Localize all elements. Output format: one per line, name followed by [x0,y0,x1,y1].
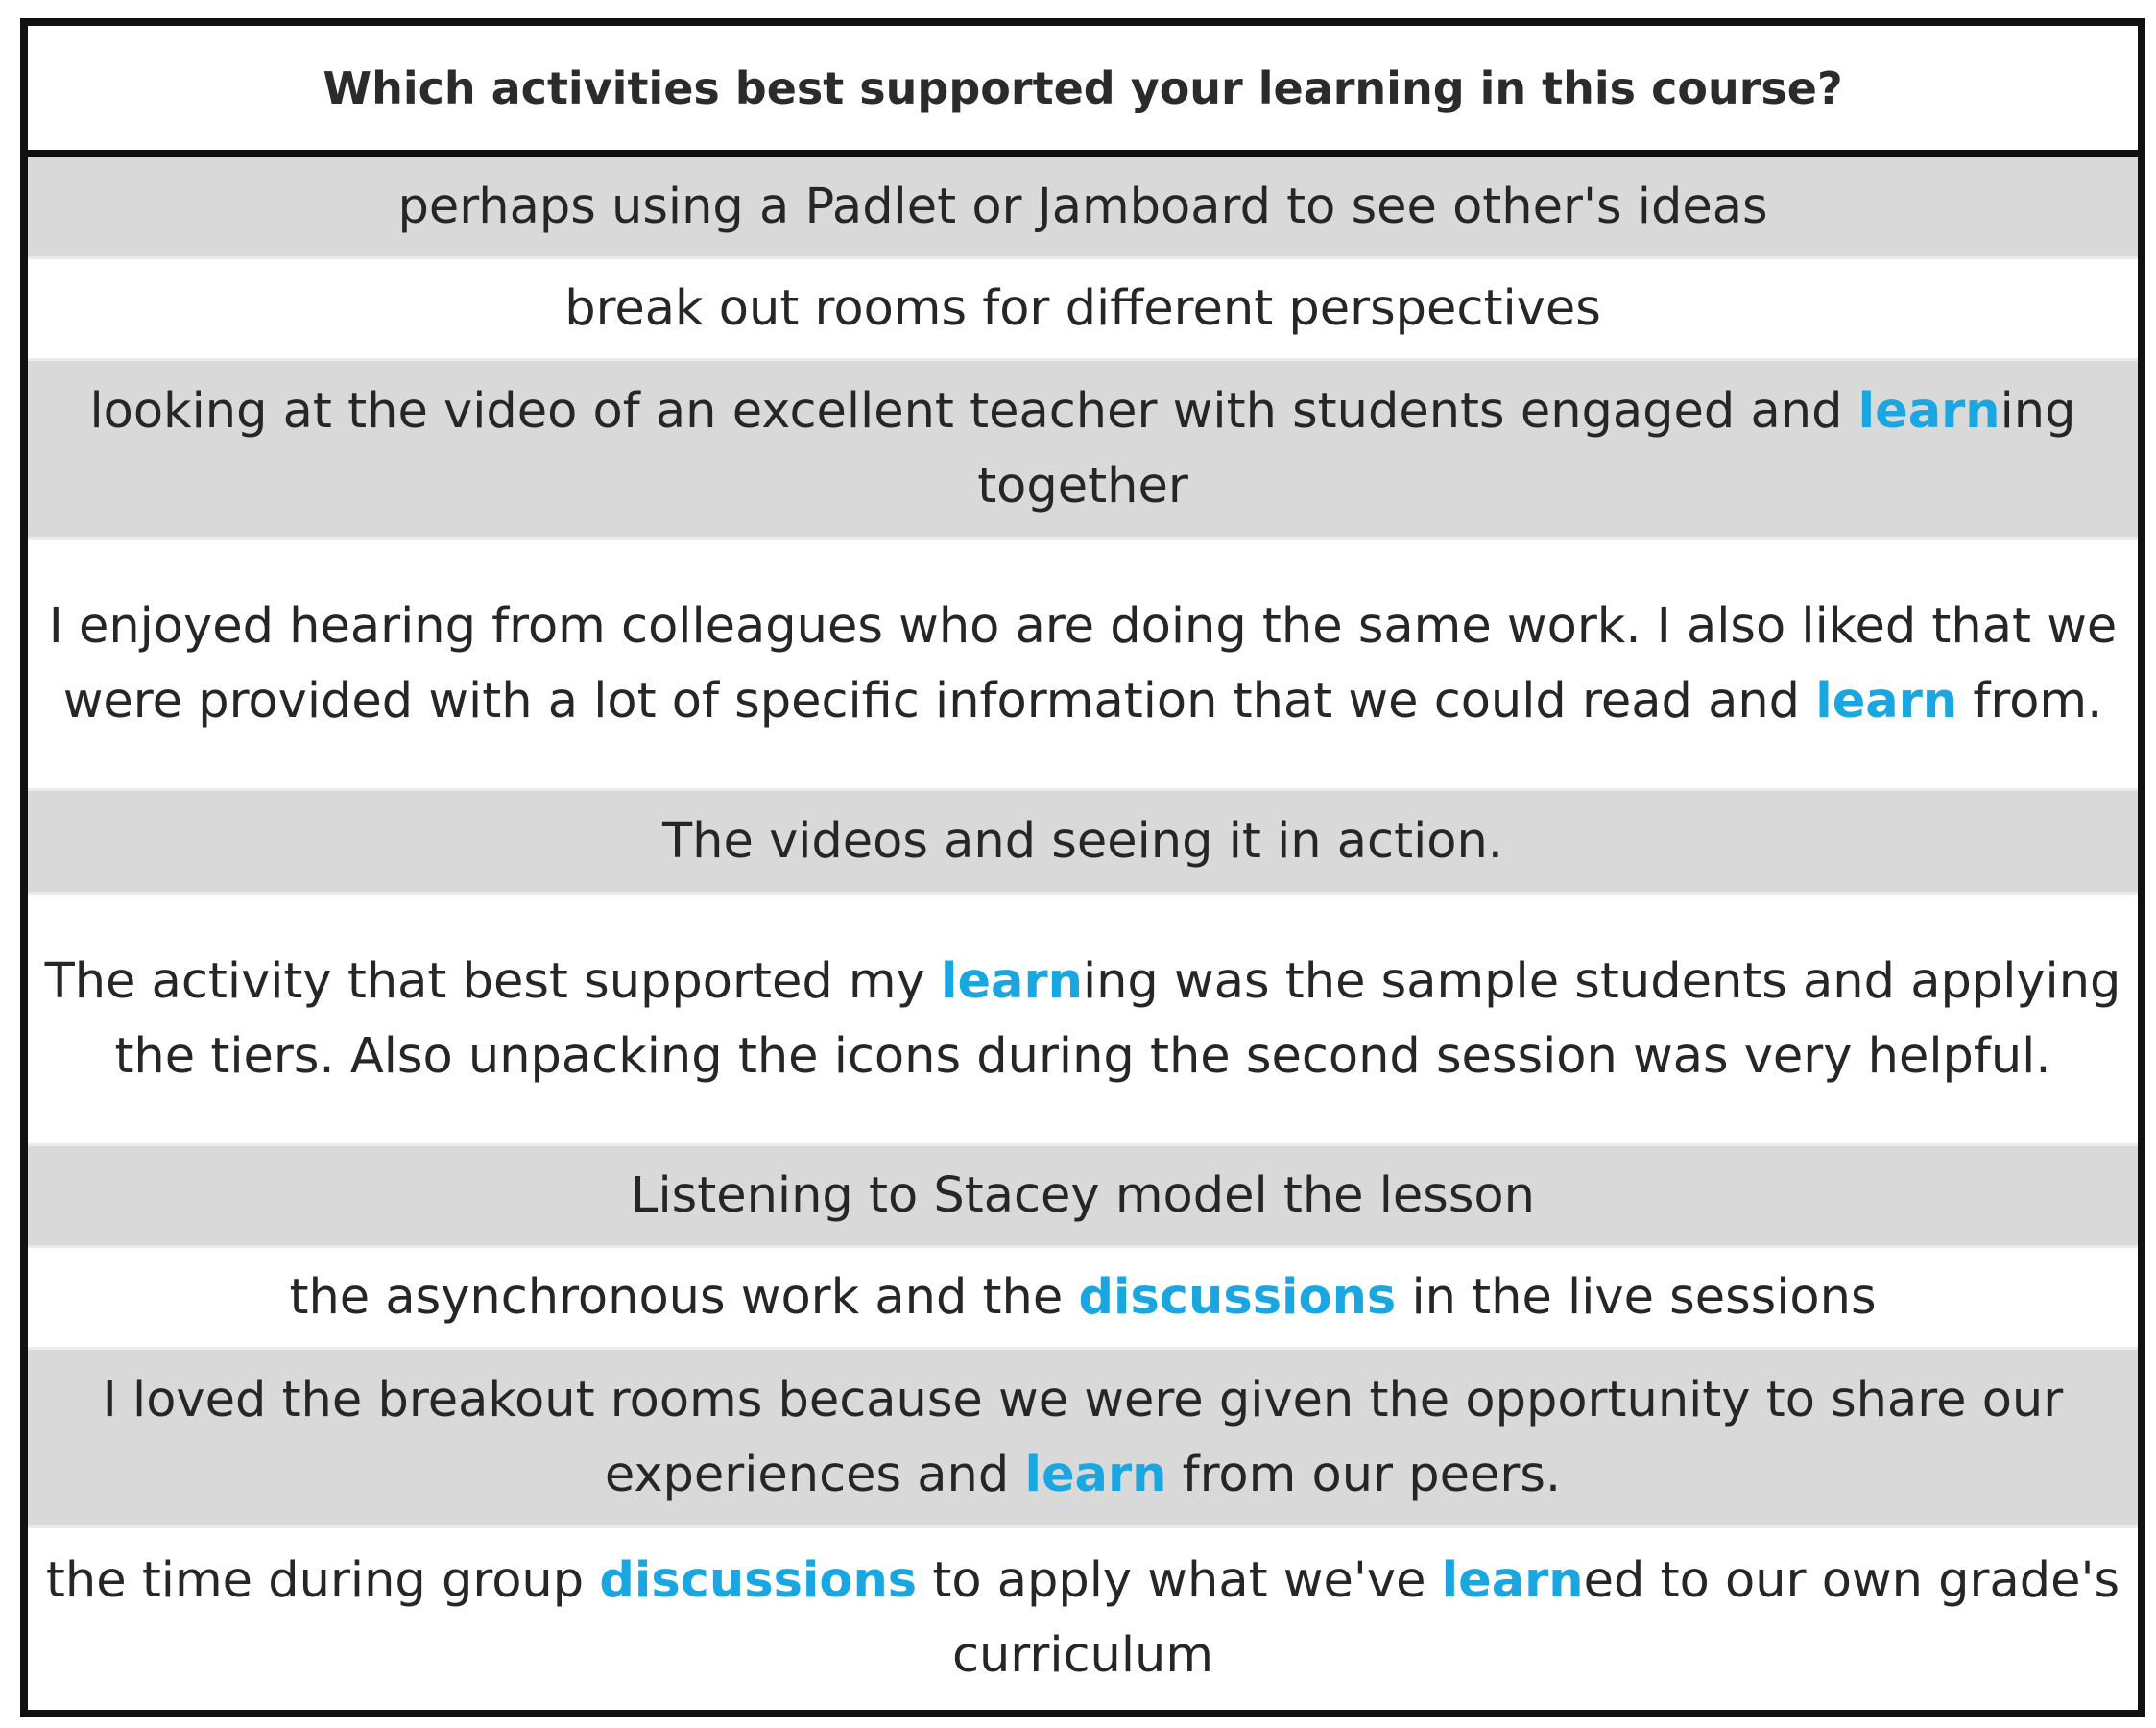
response-segment: I enjoyed hearing from colleagues who ar… [48,597,2118,730]
response-row: the time during group discussions to app… [28,1528,2138,1709]
response-text: break out rooms for different perspectiv… [564,272,1601,347]
question-text: Which activities best supported your lea… [323,61,1843,114]
response-segment: looking at the video of an excellent tea… [89,382,1858,440]
response-segment: Listening to Stacey model the lesson [631,1166,1535,1224]
keyword-highlight: learn [1441,1552,1584,1609]
keyword-highlight: learn [940,952,1083,1010]
response-segment: The videos and seeing it in action. [662,812,1503,870]
response-row: looking at the video of an excellent tea… [28,361,2138,540]
response-segment: from our peers. [1166,1446,1562,1503]
response-row: The videos and seeing it in action. [28,791,2138,895]
response-segment: the asynchronous work and the [289,1268,1079,1326]
responses-table: Which activities best supported your lea… [20,18,2145,1717]
response-text: I loved the breakout rooms because we we… [39,1363,2126,1513]
response-row: I enjoyed hearing from colleagues who ar… [28,540,2138,791]
response-segment: to apply what we've [917,1552,1442,1609]
response-segment: The activity that best supported my [44,952,941,1010]
response-row: break out rooms for different perspectiv… [28,259,2138,361]
question-header: Which activities best supported your lea… [28,26,2138,157]
response-segment: in the live sessions [1396,1268,1877,1326]
response-text: The activity that best supported my lear… [39,945,2126,1094]
response-row: Listening to Stacey model the lesson [28,1146,2138,1248]
response-text: the asynchronous work and the discussion… [289,1260,1876,1335]
keyword-highlight: learn [1857,382,2000,440]
response-row: I loved the breakout rooms because we we… [28,1350,2138,1528]
response-text: Listening to Stacey model the lesson [631,1159,1535,1234]
keyword-highlight: learn [1024,1446,1167,1503]
response-segment: perhaps using a Padlet or Jamboard to se… [397,178,1768,235]
response-row: The activity that best supported my lear… [28,895,2138,1146]
response-text: I enjoyed hearing from colleagues who ar… [39,589,2126,739]
response-text: looking at the video of an excellent tea… [39,374,2126,524]
response-text: the time during group discussions to app… [39,1544,2126,1693]
keyword-highlight: discussions [1078,1268,1397,1326]
response-row: the asynchronous work and the discussion… [28,1248,2138,1350]
keyword-highlight: discussions [599,1552,918,1609]
response-segment: break out rooms for different perspectiv… [564,279,1601,337]
response-text: The videos and seeing it in action. [662,804,1503,879]
response-segment: from. [1957,672,2103,730]
response-segment: the time during group [45,1552,600,1609]
response-row: perhaps using a Padlet or Jamboard to se… [28,157,2138,259]
keyword-highlight: learn [1815,672,1958,730]
response-text: perhaps using a Padlet or Jamboard to se… [397,170,1767,245]
responses-list: perhaps using a Padlet or Jamboard to se… [28,157,2138,1709]
